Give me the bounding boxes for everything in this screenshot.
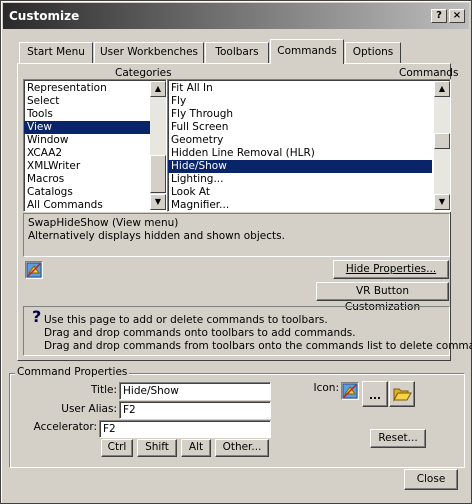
accelerator-field[interactable]: F2 [99, 420, 271, 438]
description-name: SwapHideShow (View menu) [28, 217, 179, 229]
hide-properties-button[interactable]: Hide Properties... [333, 260, 449, 279]
categories-list[interactable]: Representation Select Tools View Window … [23, 79, 167, 212]
open-folder-icon [393, 388, 412, 402]
shift-button[interactable]: Shift [137, 439, 177, 457]
scroll-down-icon[interactable]: ▼ [434, 194, 450, 210]
accelerator-label: Accelerator: [33, 421, 97, 433]
commands-scrollbar[interactable]: ▲ ▼ [434, 81, 450, 210]
reset-button[interactable]: Reset... [370, 429, 426, 448]
command-icon [25, 261, 43, 279]
tab-label: Start Menu [27, 46, 85, 58]
list-item[interactable]: Window [24, 134, 166, 147]
help-line-1: Use this page to add or delete commands … [44, 314, 328, 326]
user-alias-field[interactable]: F2 [119, 401, 271, 419]
help-button[interactable]: ? [431, 9, 447, 23]
command-icon-preview [341, 382, 359, 400]
list-item[interactable]: Catalogs [24, 186, 166, 199]
list-item[interactable]: Select [24, 95, 166, 108]
list-item[interactable]: Magnifier... [168, 199, 450, 211]
scroll-down-icon[interactable]: ▼ [150, 194, 166, 210]
title-field[interactable]: Hide/Show [119, 382, 271, 400]
list-item[interactable]: Fly Through [168, 108, 450, 121]
tab-label: Options [352, 46, 394, 58]
icon-label: Icon: [313, 382, 340, 394]
list-item[interactable]: Representation [24, 82, 166, 95]
tab-start-menu[interactable]: Start Menu [19, 42, 93, 63]
help-text-box: ? Use this page to add or delete command… [23, 306, 472, 356]
command-description: SwapHideShow (View menu) Alternatively d… [23, 213, 450, 257]
list-item-selected[interactable]: View [24, 121, 150, 134]
command-properties-label: Command Properties [15, 366, 130, 378]
help-line-2: Drag and drop commands onto toolbars to … [44, 327, 356, 339]
list-item[interactable]: Macros [24, 173, 166, 186]
user-alias-label: User Alias: [61, 403, 117, 415]
list-item[interactable]: XMLWriter [24, 160, 166, 173]
title-bar[interactable]: Customize ? × [3, 3, 469, 29]
categories-header: Categories [115, 67, 172, 79]
scroll-thumb[interactable] [434, 133, 450, 149]
list-item[interactable]: Tools [24, 108, 166, 121]
tab-user-workbenches[interactable]: User Workbenches [94, 42, 204, 63]
scroll-thumb[interactable] [150, 155, 166, 193]
alt-button[interactable]: Alt [181, 439, 211, 457]
list-item[interactable]: XCAA2 [24, 147, 166, 160]
list-item-selected[interactable]: Hide/Show [168, 160, 432, 173]
list-item[interactable]: Lighting... [168, 173, 450, 186]
list-item[interactable]: Hidden Line Removal (HLR) [168, 147, 450, 160]
list-item[interactable]: Fit All In [168, 82, 450, 95]
list-item[interactable]: All Commands [24, 199, 166, 211]
icon-browse-button[interactable]: ... [362, 381, 388, 407]
scroll-up-icon[interactable]: ▲ [434, 81, 450, 97]
list-item[interactable]: Fly [168, 95, 450, 108]
commands-list[interactable]: Fit All In Fly Fly Through Full Screen G… [167, 79, 451, 212]
help-line-3: Drag and drop commands from toolbars ont… [44, 340, 472, 352]
description-text: Alternatively displays hidden and shown … [28, 230, 285, 242]
icon-folder-button[interactable] [389, 381, 415, 407]
commands-header: Commands [399, 67, 459, 79]
hide-show-icon [342, 383, 358, 399]
tab-label: Toolbars [215, 46, 259, 58]
tab-toolbars[interactable]: Toolbars [205, 42, 269, 63]
customize-dialog: Customize ? × Start Menu User Workbenche… [0, 0, 472, 504]
tab-options[interactable]: Options [345, 42, 401, 63]
title-label: Title: [90, 384, 117, 396]
close-button[interactable]: Close [404, 469, 458, 490]
window-title: Customize [9, 9, 80, 23]
categories-scrollbar[interactable]: ▲ ▼ [150, 81, 166, 210]
close-window-button[interactable]: × [449, 9, 465, 23]
tab-label: Commands [277, 45, 337, 57]
hide-show-icon [26, 262, 42, 278]
list-item[interactable]: Look At [168, 186, 450, 199]
list-item[interactable]: Full Screen [168, 121, 450, 134]
tab-commands[interactable]: Commands [270, 39, 344, 64]
vr-button-customization-button[interactable]: VR Button Customization [316, 282, 449, 313]
other-button[interactable]: Other... [215, 439, 269, 457]
tab-label: User Workbenches [100, 46, 198, 58]
scroll-up-icon[interactable]: ▲ [150, 81, 166, 97]
ctrl-button[interactable]: Ctrl [101, 439, 133, 457]
list-item[interactable]: Geometry [168, 134, 450, 147]
question-icon: ? [32, 307, 42, 326]
